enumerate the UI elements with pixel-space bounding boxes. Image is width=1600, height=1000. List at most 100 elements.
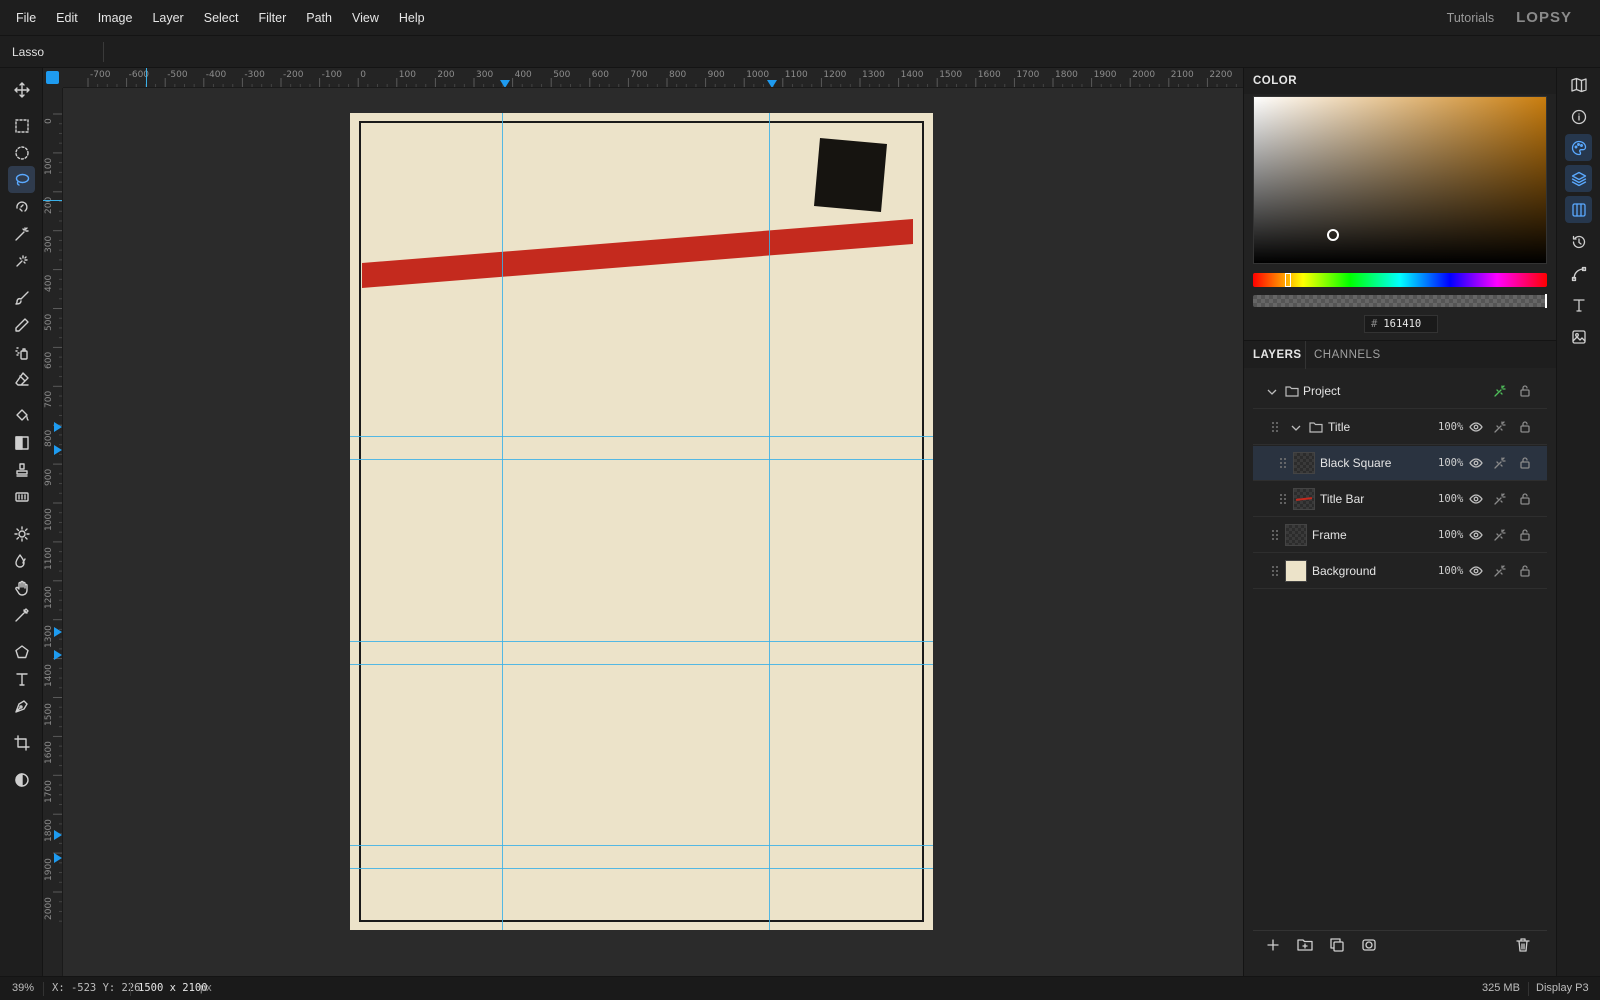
zoom-level[interactable]: 39% [12, 982, 34, 994]
tab-layers[interactable]: LAYERS [1253, 349, 1302, 361]
effects-icon[interactable] [1493, 492, 1507, 506]
tool-shape[interactable] [8, 638, 35, 665]
tool-brush[interactable] [8, 284, 35, 311]
layers-panel-button[interactable] [1565, 165, 1592, 192]
drag-handle-icon[interactable] [1271, 421, 1279, 433]
tutorials-link[interactable]: Tutorials [1447, 11, 1494, 25]
tool-blur[interactable] [8, 547, 35, 574]
menu-file[interactable]: File [6, 0, 46, 36]
layer-row-background[interactable]: Background 100% [1253, 554, 1547, 589]
history-panel-button[interactable] [1565, 228, 1592, 255]
alpha-slider-handle[interactable] [1545, 294, 1547, 308]
navigator-panel-button[interactable] [1565, 71, 1592, 98]
channels-panel-button[interactable] [1565, 196, 1592, 223]
lock-icon[interactable] [1518, 456, 1532, 470]
layer-name[interactable]: Title Bar [1320, 492, 1364, 506]
eye-icon[interactable] [1469, 564, 1483, 578]
effects-icon[interactable] [1493, 456, 1507, 470]
effects-icon[interactable] [1493, 528, 1507, 542]
tool-hand[interactable] [8, 574, 35, 601]
tool-pencil[interactable] [8, 311, 35, 338]
layer-name[interactable]: Black Square [1320, 456, 1391, 470]
layer-row-title[interactable]: Title 100% [1253, 410, 1547, 445]
tool-move[interactable] [8, 76, 35, 103]
horizontal-ruler[interactable]: -700 -600 -500 -400 -300 -200 -100 0 100 200 300 40… [63, 68, 1243, 88]
eye-icon[interactable] [1469, 528, 1483, 542]
lock-icon[interactable] [1518, 420, 1532, 434]
tool-rect-select[interactable] [8, 112, 35, 139]
guide-horizontal[interactable] [350, 641, 933, 642]
saturation-value-picker[interactable] [1253, 96, 1547, 264]
effects-icon[interactable] [1493, 384, 1507, 398]
color-profile[interactable]: Display P3 [1536, 982, 1589, 994]
hex-input[interactable]: # 161410 [1364, 315, 1438, 333]
tool-gradient[interactable] [8, 429, 35, 456]
hue-slider[interactable] [1253, 273, 1547, 287]
layer-opacity[interactable]: 100% [1438, 529, 1463, 541]
add-layer-button[interactable] [1265, 937, 1283, 955]
tool-spray[interactable] [8, 338, 35, 365]
tool-dodge[interactable] [8, 520, 35, 547]
layer-row-project[interactable]: Project [1253, 374, 1547, 409]
tool-bucket[interactable] [8, 402, 35, 429]
guide-vertical[interactable] [502, 113, 503, 930]
guide-marker-v[interactable] [54, 422, 62, 432]
lock-icon[interactable] [1518, 564, 1532, 578]
guide-marker-v[interactable] [54, 445, 62, 455]
menu-layer[interactable]: Layer [142, 0, 193, 36]
drag-handle-icon[interactable] [1279, 457, 1287, 469]
menu-image[interactable]: Image [88, 0, 143, 36]
guide-marker-v[interactable] [54, 650, 62, 660]
tool-lasso[interactable] [8, 166, 35, 193]
layer-row-black-square[interactable]: Black Square 100% [1253, 446, 1547, 481]
tool-text[interactable] [8, 665, 35, 692]
info-panel-button[interactable] [1565, 103, 1592, 130]
guide-horizontal[interactable] [350, 845, 933, 846]
tool-pattern[interactable] [8, 483, 35, 510]
layer-opacity[interactable]: 100% [1438, 493, 1463, 505]
drag-handle-icon[interactable] [1271, 565, 1279, 577]
tool-crop[interactable] [8, 729, 35, 756]
layer-row-title-bar[interactable]: Title Bar 100% [1253, 482, 1547, 517]
tool-stamp[interactable] [8, 456, 35, 483]
tab-channels[interactable]: CHANNELS [1314, 349, 1381, 361]
layer-name[interactable]: Title [1328, 420, 1350, 434]
tool-magnetic-lasso[interactable] [8, 193, 35, 220]
guide-marker-h[interactable] [767, 80, 777, 87]
guide-marker-h[interactable] [500, 80, 510, 87]
layer-opacity[interactable]: 100% [1438, 565, 1463, 577]
vertical-ruler[interactable]: 0 100 200 300 400 500 600 700 800 900 1000 1100 1200… [43, 88, 63, 976]
tool-eyedropper[interactable] [8, 601, 35, 628]
menu-help[interactable]: Help [389, 0, 435, 36]
eye-icon[interactable] [1469, 456, 1483, 470]
layer-row-frame[interactable]: Frame 100% [1253, 518, 1547, 553]
guide-marker-v[interactable] [54, 627, 62, 637]
drag-handle-icon[interactable] [1271, 529, 1279, 541]
guide-vertical[interactable] [769, 113, 770, 930]
effects-icon[interactable] [1493, 420, 1507, 434]
guide-marker-v[interactable] [54, 830, 62, 840]
image-panel-button[interactable] [1565, 323, 1592, 350]
chevron-down-icon[interactable] [1289, 421, 1303, 435]
layer-opacity[interactable]: 100% [1438, 421, 1463, 433]
tool-quick-select[interactable] [8, 247, 35, 274]
lock-icon[interactable] [1518, 528, 1532, 542]
character-panel-button[interactable] [1565, 291, 1592, 318]
guide-horizontal[interactable] [350, 868, 933, 869]
drag-handle-icon[interactable] [1279, 493, 1287, 505]
chevron-down-icon[interactable] [1265, 385, 1279, 399]
tool-magic-wand[interactable] [8, 220, 35, 247]
ruler-corner[interactable] [43, 68, 63, 88]
guide-horizontal[interactable] [350, 459, 933, 460]
eye-icon[interactable] [1469, 420, 1483, 434]
hex-value[interactable]: 161410 [1383, 318, 1421, 330]
color-panel-title[interactable]: COLOR [1253, 75, 1297, 87]
menu-edit[interactable]: Edit [46, 0, 88, 36]
layer-name[interactable]: Frame [1312, 528, 1347, 542]
alpha-slider[interactable] [1253, 294, 1547, 308]
mask-layer-button[interactable] [1361, 937, 1379, 955]
layer-name[interactable]: Project [1303, 384, 1340, 398]
guide-marker-v[interactable] [54, 853, 62, 863]
lock-icon[interactable] [1518, 384, 1532, 398]
color-panel-button[interactable] [1565, 134, 1592, 161]
